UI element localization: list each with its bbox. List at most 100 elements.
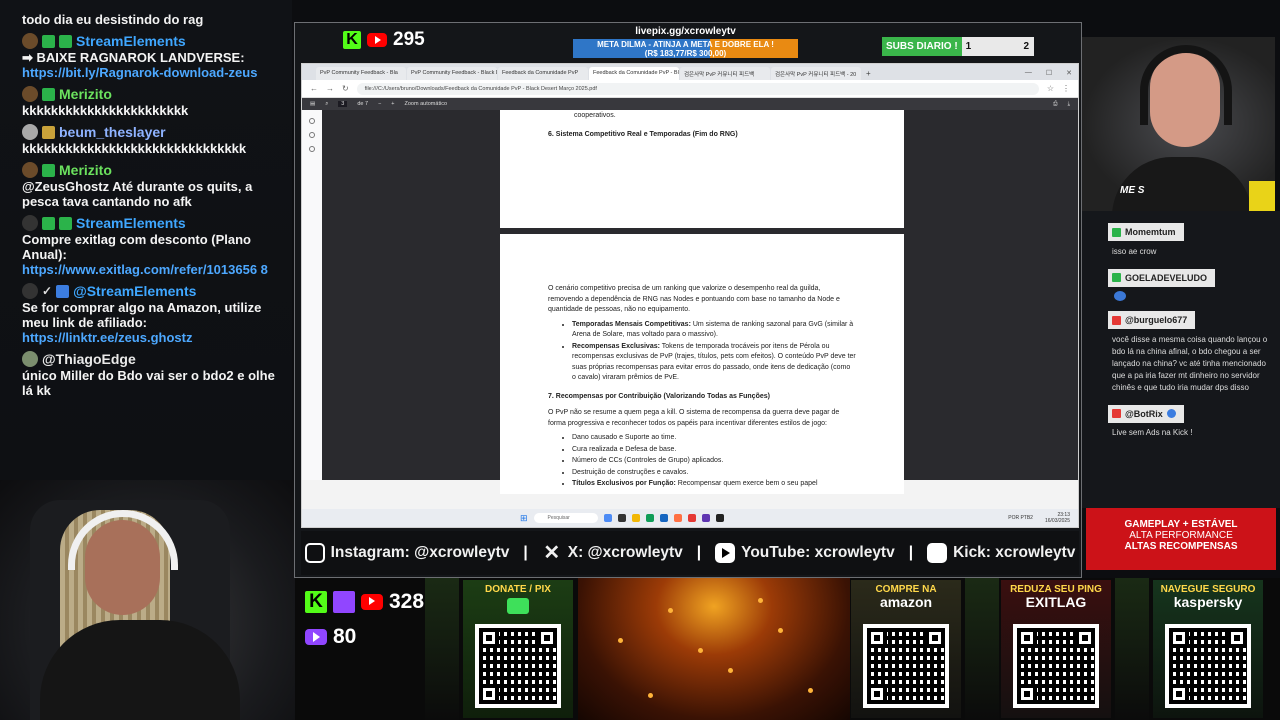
chat-username[interactable]: StreamElements <box>22 32 282 50</box>
chat-text: todo dia eu desistindo do rag <box>22 12 204 27</box>
viewer-count-row: K 328 <box>305 590 424 614</box>
taskbar-app-icon[interactable] <box>673 514 682 522</box>
browser-tab[interactable]: Feedback da Comunidade PvP <box>498 67 588 80</box>
browser-tab[interactable]: 검은사막 PvP 커뮤니티 피드백 - 20 <box>771 67 861 80</box>
shield-icon <box>56 284 70 298</box>
zoom-select[interactable]: Zoom automático <box>405 101 448 107</box>
star-icon[interactable]: ☆ <box>1047 84 1054 93</box>
sidebar-toggle-icon[interactable]: ▤ <box>310 101 315 107</box>
windows-taskbar: ⊞ Pesquisar POR PTB2 23:13 16/03/2025 <box>302 509 1078 527</box>
meta-title: META DILMA - ATINJA A META E DOBRE ELA ! <box>597 40 774 49</box>
chat-username[interactable]: @burguelo677 <box>1108 311 1196 329</box>
chat-text: você disse a mesma coisa quando lançou o… <box>1112 334 1268 392</box>
reload-icon[interactable]: ↻ <box>342 84 349 93</box>
card-brand: kaspersky <box>1173 594 1243 610</box>
taskbar-search[interactable]: Pesquisar <box>533 513 598 523</box>
taskbar-app-icon[interactable] <box>659 514 668 522</box>
page-number-input[interactable]: 3 <box>338 101 348 107</box>
chat-username[interactable]: @BotRix <box>1108 404 1184 423</box>
browser-tab-active[interactable]: Feedback da Comunidade PvP - Bla <box>589 67 679 80</box>
chat-text: Se for comprar algo na Amazon, utilize m… <box>22 300 262 330</box>
back-icon[interactable]: ← <box>310 84 318 93</box>
browser-tab[interactable]: 검은사막 PvP 커뮤니티 피드백 <box>680 67 770 80</box>
browser-window: PvP Community Feedback - Bla PvP Communi… <box>301 63 1079 528</box>
avatar <box>22 33 38 49</box>
windows-start-icon[interactable]: ⊞ <box>520 513 528 524</box>
headset-icon <box>1140 45 1232 125</box>
chat-text: isso ae crow <box>1112 246 1157 256</box>
kick-icon: K <box>343 31 361 49</box>
taskbar-app-icon[interactable] <box>617 514 626 522</box>
forward-icon[interactable]: → <box>326 84 334 93</box>
sidebar-tool-icon[interactable] <box>309 146 315 152</box>
chat-text: @ZeusGhostz Até durante os quits, a pesc… <box>22 179 253 209</box>
exitlag-ad-banner[interactable]: GAMEPLAY + ESTÁVEL ALTA PERFORMANCE ALTA… <box>1086 508 1276 570</box>
pdf-page: cooperativos. 6. Sistema Competitivo Rea… <box>500 110 904 228</box>
minimize-icon[interactable]: — <box>1025 69 1032 77</box>
livepix-url: livepix.gg/xcrowleytv <box>635 26 736 37</box>
zoom-out-icon[interactable]: − <box>378 101 381 107</box>
chat-link[interactable]: https://bit.ly/Ragnarok-download-zeus <box>22 65 282 80</box>
chat-text: ➡ BAIXE RAGNAROK LANDVERSE: <box>22 50 245 65</box>
bot-badge-icon <box>59 34 72 48</box>
chat-username[interactable]: Merizito <box>22 161 282 179</box>
chat-username[interactable]: StreamElements <box>22 214 282 232</box>
browser-sidebar <box>302 110 322 480</box>
pdf-list-item: Temporadas Mensais Competitivas: Um sist… <box>572 320 856 341</box>
emote-icon <box>1114 291 1126 301</box>
chat-username[interactable]: beum_theslayer <box>22 123 282 141</box>
chat-username[interactable]: ✓ @StreamElements <box>22 282 282 300</box>
taskbar-app-icon[interactable] <box>701 514 710 522</box>
taskbar-datetime[interactable]: 23:13 16/03/2025 <box>1045 512 1070 524</box>
chat-username[interactable]: @ThiagoEdge <box>22 350 282 368</box>
taskbar-app-icon[interactable] <box>603 514 612 522</box>
cam-caption: ME S <box>1120 185 1145 196</box>
pdf-list: Dano causado e Suporte ao time. Cura rea… <box>572 433 856 490</box>
download-icon[interactable]: ⤓ <box>1068 101 1070 108</box>
search-icon[interactable]: ⌕ <box>325 101 328 108</box>
divider: | <box>523 544 528 561</box>
card-title: DONATE / PIX <box>485 584 551 595</box>
taskbar-app-icon[interactable] <box>715 514 724 522</box>
url-input[interactable]: file:///C:/Users/bruno/Downloads/Feedbac… <box>356 82 1039 95</box>
sidebar-tool-icon[interactable] <box>309 118 315 124</box>
viewer-count-top: K 295 <box>343 29 425 51</box>
close-icon[interactable]: ✕ <box>1066 69 1072 77</box>
chat-link[interactable]: https://www.exitlag.com/refer/1013656 8 <box>22 262 282 277</box>
pdf-list-item: Destruição de construções e cavalos. <box>572 468 856 479</box>
avatar <box>22 86 38 102</box>
chat-username[interactable]: Momemtum <box>1108 223 1184 241</box>
chat-message: StreamElements ➡ BAIXE RAGNAROK LANDVERS… <box>22 32 282 80</box>
browser-tab[interactable]: PvP Community Feedback - Black D <box>407 67 497 80</box>
pdf-list: Temporadas Mensais Competitivas: Um sist… <box>572 320 856 384</box>
zoom-in-icon[interactable]: + <box>391 101 394 107</box>
livepix-goal: livepix.gg/xcrowleytv META DILMA - ATINJ… <box>573 26 798 58</box>
pdf-viewer[interactable]: cooperativos. 6. Sistema Competitivo Rea… <box>322 110 1078 494</box>
pdf-paragraph: O PvP não se resume a quem pega a kill. … <box>548 409 840 427</box>
chat-text: único Miller do Bdo vai ser o bdo2 e olh… <box>22 368 275 398</box>
taskbar-app-icon[interactable] <box>645 514 654 522</box>
chat-text: Compre exitlag com desconto (Plano Anual… <box>22 232 251 262</box>
taskbar-app-icon[interactable] <box>631 514 640 522</box>
pdf-heading: 7. Recompensas por Contribuição (Valoriz… <box>548 392 770 400</box>
print-icon[interactable]: ⎙ <box>1053 101 1057 108</box>
amazon-card: COMPRE NA amazon <box>851 580 961 718</box>
avatar <box>22 124 38 140</box>
chat-username[interactable]: GOELADEVELUDO <box>1108 268 1216 287</box>
social-kick: Kick: xcrowleytv <box>927 543 1075 563</box>
maximize-icon[interactable]: ☐ <box>1046 69 1052 77</box>
youtube-badge-icon <box>1112 409 1121 418</box>
taskbar-app-icon[interactable] <box>687 514 696 522</box>
instagram-icon <box>304 543 325 563</box>
webcam-streamer-right: ME S <box>1082 37 1275 211</box>
sub-badge-icon <box>42 163 55 177</box>
chat-link[interactable]: https://linktr.ee/zeus.ghostz <box>22 330 282 345</box>
taskbar-clock[interactable]: POR PTB2 <box>1008 515 1033 521</box>
sub-badge-icon <box>42 125 55 139</box>
menu-icon[interactable]: ⋮ <box>1062 84 1070 93</box>
chat-username[interactable]: Merizito <box>22 85 282 103</box>
sidebar-tool-icon[interactable] <box>309 132 315 138</box>
new-tab-icon[interactable]: + <box>862 69 875 80</box>
viewer-count-row: 80 <box>305 625 424 649</box>
browser-tab[interactable]: PvP Community Feedback - Bla <box>316 67 406 80</box>
